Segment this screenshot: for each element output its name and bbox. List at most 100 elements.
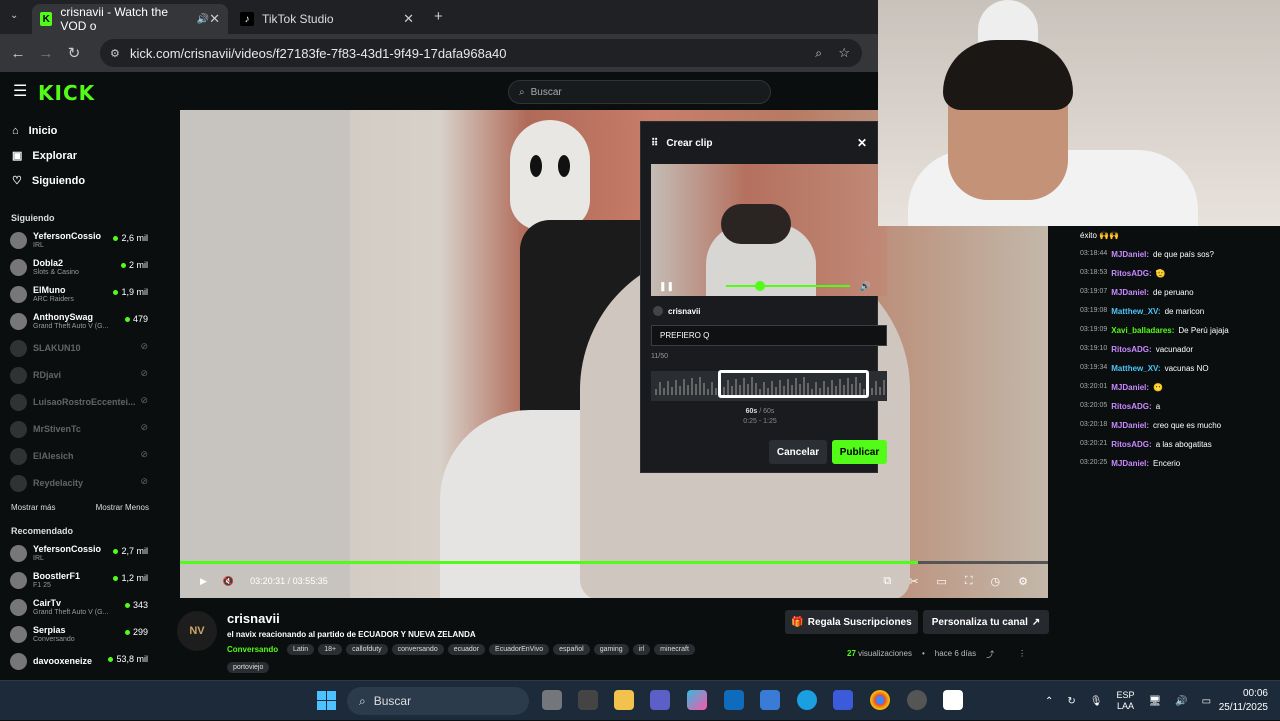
reload-icon[interactable]: ↻	[60, 44, 88, 62]
close-tab-icon[interactable]: ✕	[403, 11, 414, 27]
chat-username[interactable]: MJDaniel:	[1111, 421, 1149, 431]
volume-icon[interactable]: 🔊	[1175, 696, 1187, 707]
clip-icon[interactable]: ✂	[909, 575, 918, 588]
sidebar-channel[interactable]: BoostIerF1 F1 25 1,2 mil	[0, 567, 160, 594]
tag[interactable]: irl	[632, 644, 651, 655]
store-icon[interactable]	[760, 690, 780, 710]
tag[interactable]: gaming	[593, 644, 629, 655]
tag[interactable]: conversando	[391, 644, 444, 655]
chat-username[interactable]: MJDaniel:	[1111, 383, 1149, 393]
category-link[interactable]: Conversando	[227, 645, 278, 654]
more-options-icon[interactable]: ⋮	[1018, 649, 1026, 660]
forward-icon[interactable]: →	[32, 45, 60, 62]
show-more-button[interactable]: Mostrar más	[11, 503, 55, 512]
chat-username[interactable]: Matthew_XV:	[1111, 364, 1160, 374]
search-input[interactable]: ⌕ Buscar	[508, 80, 771, 104]
channel-avatar[interactable]: NV	[177, 611, 217, 651]
url-field[interactable]: ⚙ kick.com/crisnavii/videos/f27183fe-7f8…	[100, 39, 862, 67]
chat-username[interactable]: MJDaniel:	[1111, 288, 1149, 298]
sidebar-channel[interactable]: Dobla2 Slots & Casino 2 mil	[0, 254, 160, 281]
tag[interactable]: español	[553, 644, 590, 655]
chat-username[interactable]: Matthew_XV:	[1111, 307, 1160, 317]
tag[interactable]: 18+	[318, 644, 343, 655]
tag[interactable]: minecraft	[654, 644, 695, 655]
audio-icon[interactable]: 🔊	[197, 14, 209, 25]
capcut-icon[interactable]	[943, 690, 963, 710]
speed-icon[interactable]: ◷	[991, 575, 1001, 588]
nav-following[interactable]: ♡ Siguiendo	[0, 168, 160, 193]
edge-icon[interactable]	[797, 690, 817, 710]
battery-icon[interactable]: ▭	[1202, 696, 1211, 707]
bookmark-star-icon[interactable]: ☆	[838, 45, 850, 61]
sidebar-channel[interactable]: AnthonySwag Grand Theft Auto V (G... 479	[0, 308, 160, 335]
show-less-button[interactable]: Mostrar Menos	[96, 503, 149, 512]
tag[interactable]: Latin	[287, 644, 315, 655]
share-icon[interactable]: ⤴	[986, 649, 994, 660]
chat-username[interactable]: Xavi_balladares:	[1111, 326, 1174, 336]
sidebar-channel[interactable]: CairTv Grand Theft Auto V (G... 343	[0, 594, 160, 621]
mic-icon[interactable]: 🎙	[1090, 696, 1103, 707]
obs-icon[interactable]	[907, 690, 927, 710]
chrome-icon[interactable]	[870, 690, 890, 710]
mute-icon[interactable]: 🔇	[223, 576, 234, 587]
clock[interactable]: 00:06 25/11/2025	[1219, 687, 1268, 715]
sidebar-channel[interactable]: ElAlesich ⊘	[0, 443, 160, 470]
theater-icon[interactable]: ▭	[936, 575, 946, 588]
pip-icon[interactable]: ⧉	[883, 575, 891, 588]
sidebar-channel[interactable]: SLAKUN10 ⊘	[0, 335, 160, 362]
back-icon[interactable]: ←	[4, 45, 32, 62]
play-icon[interactable]: ▶	[200, 576, 207, 587]
drag-handle-icon[interactable]: ⠿	[651, 138, 658, 149]
clip-title-input[interactable]: PREFIERO Q	[651, 325, 887, 346]
tag[interactable]: portoviejo	[227, 662, 270, 673]
kick-logo[interactable]: KICK	[38, 81, 95, 105]
taskbar-search[interactable]: ⌕ Buscar	[347, 687, 529, 715]
site-info-icon[interactable]: ⚙	[110, 47, 120, 60]
sidebar-channel[interactable]: YefersonCossio IRL 2,6 mil	[0, 227, 160, 254]
windows-start-icon[interactable]	[317, 691, 336, 710]
tag[interactable]: EcuadorEnVivo	[489, 644, 550, 655]
tab-tiktok[interactable]: ♪ TikTok Studio ✕	[232, 4, 422, 34]
settings-icon[interactable]: ⚙	[1018, 575, 1028, 588]
outlook-icon[interactable]	[724, 690, 744, 710]
volume-icon[interactable]: 🔊	[860, 281, 871, 292]
tab-list-icon[interactable]: ⌄	[10, 10, 18, 21]
sidebar-channel[interactable]: Reydelacity ⊘	[0, 470, 160, 497]
close-tab-icon[interactable]: ✕	[209, 11, 220, 27]
sidebar-channel[interactable]: YefersonCossio IRL 2,7 mil	[0, 540, 160, 567]
app-icon[interactable]	[578, 690, 598, 710]
teams-icon[interactable]	[650, 690, 670, 710]
tag[interactable]: ecuador	[447, 644, 486, 655]
menu-icon[interactable]: ☰	[13, 81, 27, 101]
chevron-up-icon[interactable]: ⌃	[1045, 696, 1053, 707]
sidebar-channel[interactable]: MrStivenTc ⊘	[0, 416, 160, 443]
sidebar-channel[interactable]: ElMuno ARC Raiders 1,9 mil	[0, 281, 160, 308]
chat-username[interactable]: RitosADG:	[1111, 269, 1151, 279]
channel-name[interactable]: crisnavii	[227, 611, 280, 626]
network-icon[interactable]: 🖥	[1149, 696, 1162, 707]
chat-username[interactable]: MJDaniel:	[1111, 459, 1149, 469]
publish-button[interactable]: Publicar	[832, 440, 887, 464]
gift-subs-button[interactable]: 🎁 Regala Suscripciones	[785, 610, 918, 634]
tab-kick[interactable]: K crisnavii - Watch the VOD o 🔊 ✕	[32, 4, 228, 34]
nav-explore[interactable]: ▣ Explorar	[0, 143, 160, 168]
clip-range-selector[interactable]	[718, 370, 869, 398]
task-view-icon[interactable]	[542, 690, 562, 710]
app-icon[interactable]	[833, 690, 853, 710]
sync-icon[interactable]: ↻	[1067, 696, 1075, 707]
language-indicator[interactable]: ESP LAA	[1116, 690, 1134, 712]
close-icon[interactable]: ✕	[857, 136, 867, 150]
pause-icon[interactable]: ❚❚	[659, 281, 674, 292]
copilot-icon[interactable]	[687, 690, 707, 710]
clip-preview[interactable]: ❚❚ 🔊	[651, 164, 887, 296]
chat-username[interactable]: RitosADG:	[1111, 345, 1151, 355]
sidebar-channel[interactable]: davooxeneize 53,8 mil	[0, 648, 160, 675]
chat-username[interactable]: RitosADG:	[1111, 402, 1151, 412]
zoom-icon[interactable]: ⌕	[815, 46, 822, 61]
sidebar-channel[interactable]: RDjavi ⊘	[0, 362, 160, 389]
chat-username[interactable]: MJDaniel:	[1111, 250, 1149, 260]
customize-channel-button[interactable]: Personaliza tu canal ↗	[923, 610, 1049, 634]
chat-username[interactable]: RitosADG:	[1111, 440, 1151, 450]
sidebar-channel[interactable]: LuisaoRostroEccentei... ⊘	[0, 389, 160, 416]
cancel-button[interactable]: Cancelar	[769, 440, 827, 464]
